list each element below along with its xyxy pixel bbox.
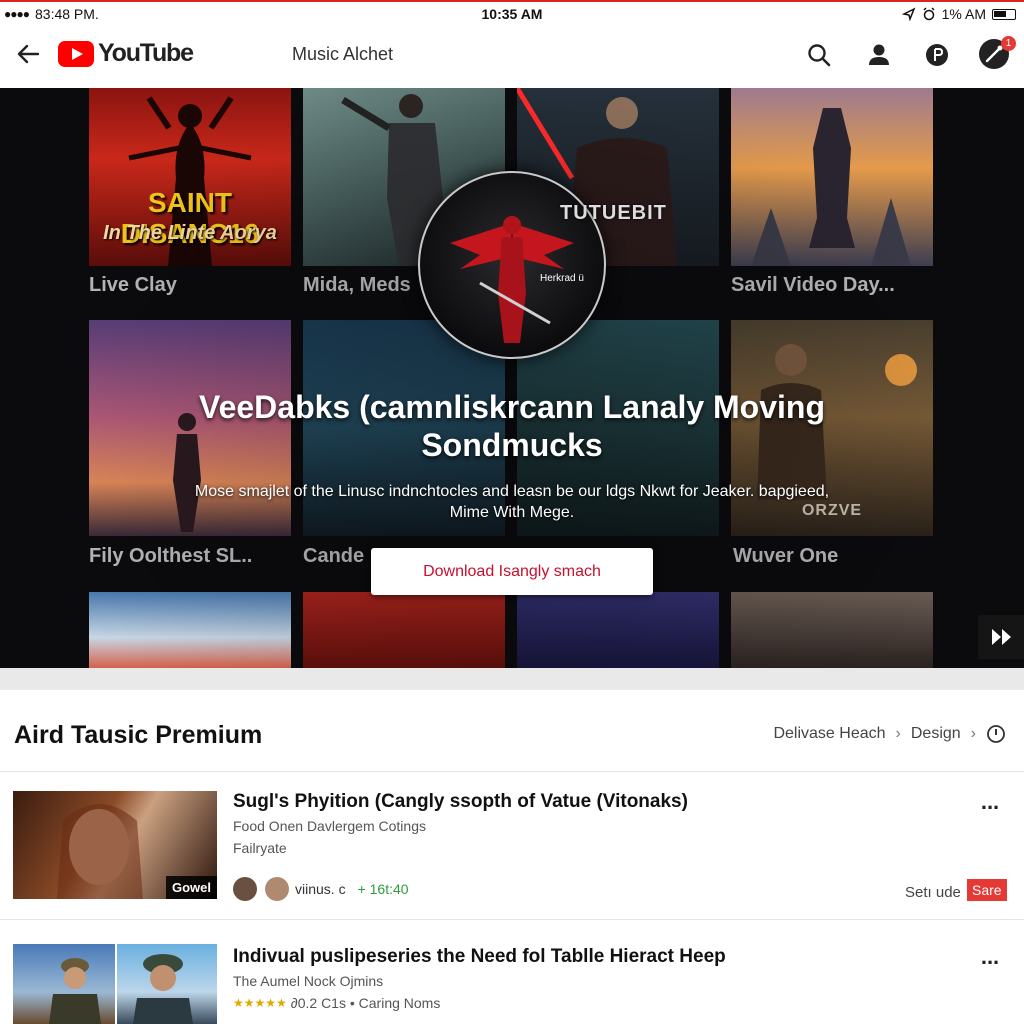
video-thumbnail[interactable] <box>117 944 217 1024</box>
hero-headline: VeeDabks (camnliskrcann Lanaly Moving So… <box>198 389 825 463</box>
video-meta-line2: Failryate <box>233 840 287 856</box>
tile-caption: Cande <box>303 545 365 567</box>
hero-banner: SAINT DISANC16 In The Linte Aorya Live C… <box>0 88 1024 668</box>
search-icon[interactable] <box>804 40 834 70</box>
app-bar: YouTube Music Alchet <box>0 26 1024 88</box>
section-links: Delivase Heach › Design › <box>773 724 1006 744</box>
tile-caption: Fily Oolthest SL.. <box>89 545 253 567</box>
channel-name[interactable]: viinus. c <box>295 881 346 897</box>
tile-caption: Live Clay <box>89 274 177 296</box>
chevron-right-icon: › <box>970 725 976 742</box>
page-title: Music Alchet <box>292 44 394 64</box>
video-thumbnail[interactable] <box>13 944 115 1024</box>
divider-line <box>0 771 1024 772</box>
video-stat: + 16t:40 <box>357 881 409 897</box>
avatar[interactable] <box>265 877 289 901</box>
action-text[interactable]: Setı ude <box>905 884 961 901</box>
status-time: 10:35 AM <box>481 6 543 22</box>
tile-caption: Savil Video Day... <box>731 274 895 296</box>
status-right-text: 1% AM <box>941 6 986 22</box>
emblem-text: Herkrad ü <box>540 273 584 284</box>
rating-row: ★★★★★ ∂0.2 C1s • Caring Noms <box>233 995 440 1012</box>
download-button[interactable]: Download Isangly smach <box>371 548 653 595</box>
youtube-wordmark: YouTube <box>98 39 194 67</box>
video-title[interactable]: Indivual puslipeseries the Need fol Tabl… <box>233 946 726 968</box>
poster-subtitle: In The Linte Aorya <box>103 222 277 244</box>
tile-caption: Wuver One <box>733 545 839 567</box>
location-icon <box>901 7 916 21</box>
divider-line <box>0 919 1024 920</box>
section-link-1[interactable]: Delivase Heach <box>773 725 885 743</box>
youtube-logo[interactable]: YouTube <box>58 39 194 68</box>
status-bar: ●●●● 83:48 PM. 10:35 AM 1% AM <box>0 0 1024 26</box>
section-title: Aird Tausic Premium <box>14 721 263 749</box>
section-link-2[interactable]: Design <box>911 725 961 743</box>
star-rating: ★★★★★ <box>233 996 287 1010</box>
thumbnail-badge: Gowel <box>165 876 217 899</box>
tile-caption: Mida, Meds <box>303 274 411 296</box>
youtube-play-icon <box>58 40 94 67</box>
next-button[interactable] <box>978 615 1024 659</box>
video-tile-12[interactable] <box>731 592 933 668</box>
winged-hero-icon <box>450 216 574 343</box>
video-tile-11[interactable] <box>517 592 719 668</box>
info-icon[interactable] <box>986 724 1006 744</box>
avatar[interactable] <box>233 877 257 901</box>
more-options-icon[interactable]: ... <box>978 946 1002 972</box>
hero-subtext: Mose smajlet of the Linusc indnchtocles … <box>194 483 830 521</box>
video-meta-line1: The Aumel Nock Ojmins <box>233 973 384 989</box>
video-tile-10[interactable] <box>303 592 505 668</box>
video-meta-line2: ∂0.2 C1s • Caring Noms <box>290 995 441 1011</box>
video-tile-9[interactable] <box>89 592 291 668</box>
battery-icon <box>992 8 1016 20</box>
cast-icon[interactable] <box>922 40 952 70</box>
hero-emblem <box>418 171 606 359</box>
notification-badge: 1 <box>1001 36 1016 51</box>
back-arrow-icon[interactable] <box>14 40 42 68</box>
poster-figure-art <box>751 108 911 266</box>
thumbnail-figure-art <box>133 954 193 1024</box>
thumbnail-figure-art <box>49 958 101 1024</box>
save-badge[interactable]: Sare <box>967 879 1007 901</box>
video-thumbnail[interactable]: Gowel <box>13 791 217 899</box>
section-divider <box>0 668 1024 690</box>
more-options-icon[interactable]: ... <box>978 791 1002 817</box>
alarm-icon <box>923 7 935 21</box>
status-right: 1% AM <box>901 6 1016 22</box>
video-tile-1[interactable]: SAINT DISANC16 In The Linte Aorya <box>89 88 291 266</box>
video-meta-line1: Food Onen Davlergem Cotings <box>233 818 426 834</box>
channel-row: viinus. c + 16t:40 <box>233 877 409 901</box>
video-tile-4[interactable] <box>731 88 933 266</box>
chevron-right-icon: › <box>895 725 901 742</box>
app-root: ●●●● 83:48 PM. 10:35 AM 1% AM YouTube Mu… <box>0 0 1024 1024</box>
video-title[interactable]: Sugl's Phyition (Cangly ssopth of Vatue … <box>233 791 688 813</box>
fast-forward-icon <box>992 629 1011 645</box>
emblem-title: TUTUEBIT <box>560 202 667 224</box>
account-icon[interactable] <box>864 40 894 70</box>
